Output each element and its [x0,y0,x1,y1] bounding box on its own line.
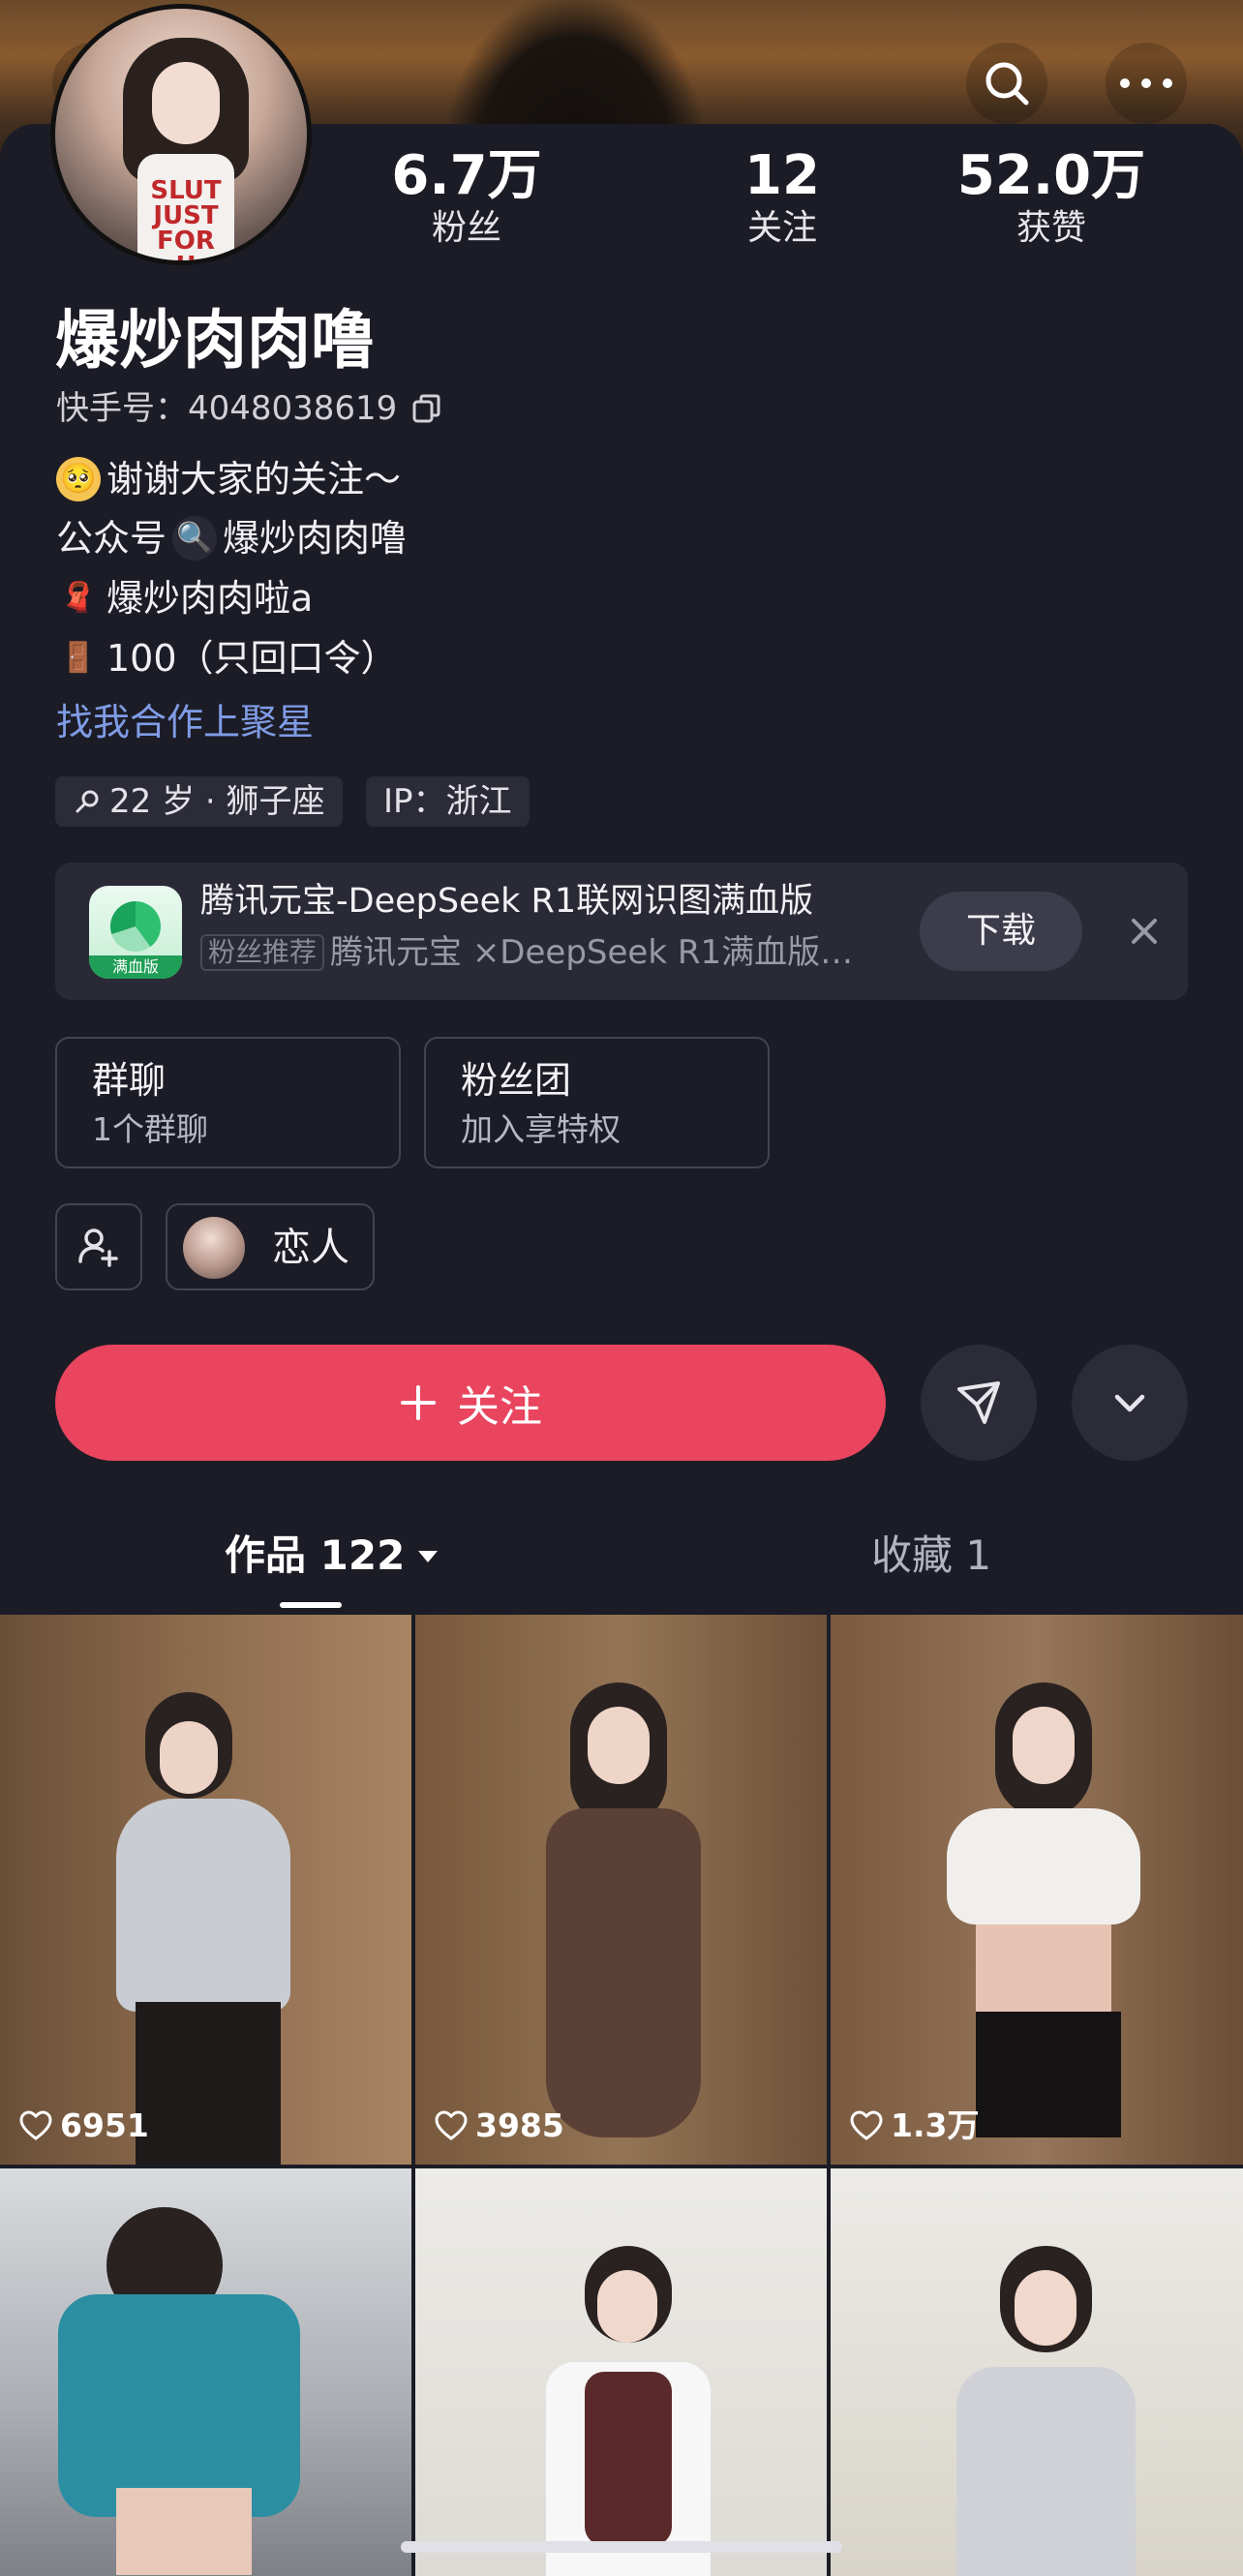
follow-button[interactable]: 关注 [55,1345,886,1461]
stat-following-label: 关注 [746,208,817,248]
caret-down-icon [418,1551,439,1562]
stat-fans-label: 粉丝 [431,208,501,248]
search-icon [985,62,1029,106]
group-chat-subtitle: 1个群聊 [92,1110,208,1148]
video-thumbnail[interactable]: 1.3万 [831,1615,1243,2165]
search-button[interactable] [966,43,1047,124]
bio-line-4-text: 100（只回口令） [106,637,398,680]
stat-fans-number: 6.7万 [391,144,542,207]
yuanbao-app-icon: 满血版 [89,886,182,979]
follow-label: 关注 [457,1382,542,1432]
video-thumbnail[interactable] [415,2168,827,2576]
fan-recommend-badge: 粉丝推荐 [200,934,325,971]
pleading-face-icon: 🥺 [56,457,101,501]
likes-count-text: 6951 [60,2106,149,2144]
lover-avatar [183,1217,245,1279]
likes-count-text: 1.3万 [891,2106,980,2144]
door-emoji-icon: 🚪 [60,641,97,675]
ad-banner[interactable]: 满血版 腾讯元宝-DeepSeek R1联网识图满血版 粉丝推荐 腾讯元宝 ×D… [55,863,1188,1000]
profile-name: 爆炒肉肉噜 [55,303,375,378]
bio-line-2: 公众号 🔍 爆炒肉肉噜 [56,515,407,561]
more-button[interactable] [1106,43,1187,124]
ad-subtitle: 腾讯元宝 ×DeepSeek R1满血版… [330,933,854,972]
bio-line-2-text: 爆炒肉肉噜 [223,517,408,560]
stat-likes-number: 52.0万 [956,144,1146,207]
group-chat-title: 群聊 [92,1059,167,1102]
bio-line-1-text: 谢谢大家的关注～ [106,458,402,500]
age-tag: 22 岁 · 狮子座 [55,776,343,827]
kuaishou-id-text: 快手号：4048038619 [56,389,398,428]
stat-fans[interactable]: 6.7万 粉丝 [360,145,573,250]
fan-club-card[interactable]: 粉丝团 加入享特权 [424,1037,770,1168]
bio-line-3-text: 爆炒肉肉啦a [106,577,314,620]
share-button[interactable] [921,1345,1037,1461]
ip-tag: IP：浙江 [366,776,530,827]
share-icon [957,1381,1000,1424]
group-chat-card[interactable]: 群聊 1个群聊 [55,1037,401,1168]
avatar[interactable]: SLUT JUST FOR U [50,4,312,265]
search-small-icon [76,790,99,813]
tab-works[interactable]: 作品 122 [225,1530,441,1582]
download-button[interactable]: 下载 [920,892,1082,971]
chevron-down-icon [1114,1394,1145,1412]
add-friend-icon [78,1228,118,1267]
lover-label: 恋人 [272,1226,349,1270]
bio-line-3: 🧣 爆炒肉肉啦a [56,575,313,621]
likes-count: 3985 [435,2106,564,2145]
stat-following[interactable]: 12 关注 [676,145,889,250]
ip-tag-text: IP：浙江 [383,782,512,821]
heart-icon [435,2110,468,2140]
likes-count-text: 3985 [475,2106,564,2144]
video-thumbnail[interactable] [831,2168,1243,2576]
home-indicator [401,2541,842,2553]
copy-icon[interactable] [410,392,443,425]
bio-line-2-prefix: 公众号 [56,517,167,560]
tab-indicator [280,1602,342,1608]
scarf-emoji-icon: 🧣 [60,581,97,615]
more-actions-button[interactable] [1072,1345,1188,1461]
stat-likes-label: 获赞 [1016,208,1086,248]
video-thumbnail[interactable] [0,2168,411,2576]
age-tag-text: 22 岁 · 狮子座 [109,782,325,821]
fan-club-subtitle: 加入享特权 [461,1110,621,1148]
lover-chip[interactable]: 恋人 [166,1203,375,1290]
fan-club-title: 粉丝团 [461,1059,572,1102]
stat-likes[interactable]: 52.0万 获赞 [945,145,1158,250]
stat-following-number: 12 [744,144,820,207]
kuaishou-id[interactable]: 快手号：4048038619 [56,387,443,430]
video-thumbnail[interactable]: 6951 [0,1615,411,2165]
close-icon[interactable] [1120,907,1168,955]
likes-count: 6951 [19,2106,149,2145]
ad-subtitle-row: 粉丝推荐 腾讯元宝 ×DeepSeek R1满血版… [200,930,926,975]
magnifier-emoji-icon: 🔍 [172,516,218,561]
heart-icon [850,2110,883,2140]
tab-works-label: 作品 122 [225,1531,406,1579]
ad-title: 腾讯元宝-DeepSeek R1联网识图满血版 [200,882,814,921]
video-thumbnail[interactable]: 3985 [415,1615,827,2165]
likes-count: 1.3万 [850,2106,979,2145]
add-friend-button[interactable] [55,1203,142,1290]
tab-favorites[interactable]: 收藏 1 [871,1530,991,1582]
more-icon [1120,78,1172,88]
avatar-shirt-text: SLUT JUST FOR U [150,176,222,260]
app-logo-strip: 满血版 [89,955,182,979]
bio-line-1: 🥺 谢谢大家的关注～ [56,456,401,502]
bio-line-4: 🚪 100（只回口令） [56,635,398,682]
plus-icon [401,1385,436,1420]
heart-icon [19,2110,52,2140]
cooperation-link[interactable]: 找我合作上聚星 [56,699,314,745]
